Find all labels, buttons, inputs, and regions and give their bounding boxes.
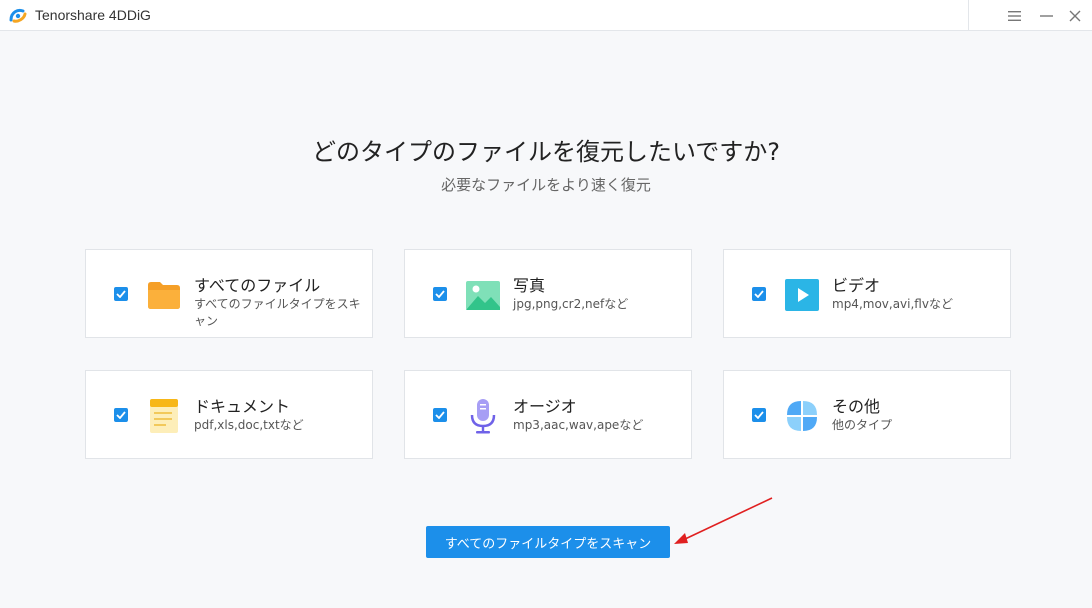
card-description: mp4,mov,avi,flvなど (832, 297, 953, 311)
card-title: その他 (832, 397, 881, 416)
scan-all-file-types-button[interactable]: すべてのファイルタイプをスキャン (426, 526, 670, 558)
annotation-arrow-icon (674, 497, 773, 544)
checkmark-icon (435, 290, 445, 298)
close-button[interactable] (1062, 0, 1088, 31)
page-title: どのタイプのファイルを復元したいですか? (311, 138, 781, 166)
page-subtitle: 必要なファイルをより速く復元 (441, 176, 651, 194)
card-title: オージオ (513, 397, 577, 416)
file-type-card-photos[interactable]: 写真 jpg,png,cr2,nefなど (404, 249, 692, 338)
document-icon (150, 399, 178, 433)
minimize-button[interactable] (1033, 0, 1059, 31)
checkmark-icon (435, 411, 445, 419)
photo-icon (466, 281, 500, 310)
checkmark-icon (116, 290, 126, 298)
title-bar-divider (968, 0, 969, 31)
menu-button[interactable] (1001, 0, 1027, 31)
card-description: 他のタイプ (832, 418, 893, 432)
checkmark-icon (754, 290, 764, 298)
title-bar: Tenorshare 4DDiG (0, 0, 1092, 31)
app-logo-icon (9, 8, 27, 23)
folder-icon (148, 282, 180, 309)
card-title: ビデオ (832, 276, 881, 295)
video-icon (785, 279, 819, 311)
checkbox-photos[interactable] (433, 287, 447, 301)
checkbox-documents[interactable] (114, 408, 128, 422)
hamburger-icon (1007, 10, 1021, 21)
file-type-card-video[interactable]: ビデオ mp4,mov,avi,flvなど (723, 249, 1011, 338)
file-type-card-audio[interactable]: オージオ mp3,aac,wav,apeなど (404, 370, 692, 459)
other-icon (787, 401, 817, 431)
card-description: すべてのファイルタイプをスキャン (194, 297, 361, 328)
card-description: pdf,xls,doc,txtなど (194, 418, 304, 432)
checkbox-all-files[interactable] (114, 287, 128, 301)
card-description: jpg,png,cr2,nefなど (513, 297, 629, 311)
close-icon (1069, 10, 1081, 21)
card-title: ドキュメント (194, 397, 291, 416)
app-title: Tenorshare 4DDiG (35, 7, 151, 23)
checkmark-icon (754, 411, 764, 419)
file-type-card-documents[interactable]: ドキュメント pdf,xls,doc,txtなど (85, 370, 373, 459)
checkmark-icon (116, 411, 126, 419)
minimize-icon (1039, 14, 1053, 17)
card-description: mp3,aac,wav,apeなど (513, 418, 644, 432)
file-type-card-all-files[interactable]: すべてのファイル すべてのファイルタイプをスキャン (85, 249, 373, 338)
file-type-card-others[interactable]: その他 他のタイプ (723, 370, 1011, 459)
checkbox-video[interactable] (752, 287, 766, 301)
checkbox-others[interactable] (752, 408, 766, 422)
checkbox-audio[interactable] (433, 408, 447, 422)
card-title: すべてのファイル (194, 276, 321, 295)
microphone-icon (470, 399, 496, 434)
card-title: 写真 (513, 276, 546, 295)
